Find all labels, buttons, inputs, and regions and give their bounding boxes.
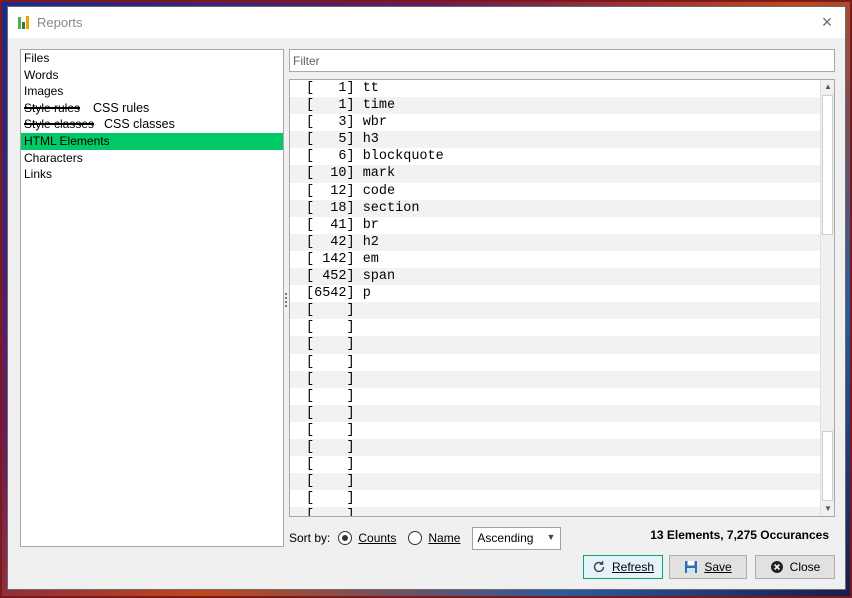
radio-selected-icon [338, 531, 353, 545]
sort-counts-radio[interactable]: Counts [338, 531, 396, 545]
window-close-icon[interactable]: × [817, 12, 837, 32]
sort-order-value: Ascending [477, 531, 534, 545]
list-item[interactable]: [ 452] span [290, 268, 821, 286]
close-button[interactable]: Close [755, 555, 835, 579]
list-item[interactable]: [ ] [290, 354, 821, 371]
list-item[interactable]: [ 3] wbr [290, 114, 821, 131]
sort-order-select[interactable]: Ascending ▼ [472, 526, 562, 550]
list-item[interactable]: [ ] [290, 422, 821, 439]
results-rows: [ 1] tt[ 1] time[ 3] wbr[ 5] h3[ 6] bloc… [290, 80, 821, 516]
list-item-style-rules[interactable]: Style rules CSS rules [21, 100, 283, 117]
refresh-icon [592, 560, 606, 574]
list-item-style-classes[interactable]: Style classes CSS classes [21, 116, 283, 133]
chart-icon [18, 16, 32, 29]
sort-option-label: Name [428, 531, 461, 545]
list-item-label: Words [24, 67, 59, 82]
list-item-html-elements[interactable]: HTML Elements [21, 132, 283, 150]
list-item[interactable]: [ 1] time [290, 97, 821, 115]
list-item[interactable]: [ ] [290, 319, 821, 336]
splitter-handle[interactable] [284, 291, 288, 315]
list-item[interactable]: [6542] p [290, 285, 821, 302]
list-item[interactable]: [ ] [290, 507, 821, 516]
close-circle-icon [770, 560, 784, 574]
list-item[interactable]: [ 18] section [290, 199, 821, 217]
list-item[interactable]: [ 10] mark [290, 165, 821, 183]
list-item-words[interactable]: Words [21, 67, 283, 84]
report-type-list[interactable]: Files Words Images Style rules CSS rules… [20, 49, 284, 547]
list-item[interactable]: [ 142] em [290, 251, 821, 268]
window-title: Reports [37, 15, 83, 30]
reports-dialog: Reports × Files Words Images Style rules… [7, 6, 846, 590]
list-item-label: Style rules [24, 100, 81, 115]
chevron-down-icon: ▼ [546, 531, 556, 542]
annotation-css-rules: CSS rules [93, 100, 150, 115]
list-item[interactable]: [ ] [290, 388, 821, 405]
sort-name-radio[interactable]: Name [408, 531, 460, 545]
filter-input[interactable] [289, 49, 835, 72]
radio-unselected-icon [408, 531, 423, 545]
list-item-label: Files [24, 51, 50, 65]
vertical-scrollbar[interactable]: ▲ ▼ [820, 80, 834, 516]
list-item[interactable]: [ 1] tt [290, 80, 821, 97]
save-label: Save [704, 560, 732, 574]
scroll-up-icon[interactable]: ▲ [821, 80, 834, 94]
refresh-label: Refresh [611, 560, 655, 574]
summary-text: 13 Elements, 7,275 Occurances [650, 528, 829, 542]
save-button[interactable]: Save [669, 555, 747, 579]
list-item[interactable]: [ 42] h2 [290, 233, 821, 251]
list-item-images[interactable]: Images [21, 83, 283, 100]
list-item-label: Characters [24, 150, 83, 165]
list-item[interactable]: [ 6] blockquote [290, 148, 821, 165]
sort-option-label: Counts [358, 531, 397, 545]
list-item[interactable]: [ ] [290, 404, 821, 422]
list-item[interactable]: [ ] [290, 490, 821, 507]
save-icon [684, 560, 698, 574]
scrollbar-thumb[interactable] [822, 95, 833, 235]
list-item-label: Links [24, 167, 53, 182]
list-item[interactable]: [ 12] code [290, 183, 821, 200]
refresh-button[interactable]: Refresh [583, 555, 663, 579]
title-bar[interactable]: Reports × [8, 7, 845, 38]
scrollbar-track-segment[interactable] [822, 431, 833, 501]
scroll-down-icon[interactable]: ▼ [821, 502, 834, 516]
list-item-characters[interactable]: Characters [21, 150, 283, 167]
list-item-label: HTML Elements [24, 133, 110, 148]
list-item-label: Style classes [24, 117, 95, 132]
sort-by-label: Sort by: [289, 531, 331, 545]
list-item-links[interactable]: Links [21, 166, 283, 183]
list-item[interactable]: [ ] [290, 438, 821, 457]
list-item[interactable]: [ ] [290, 456, 821, 473]
list-item[interactable]: [ 5] h3 [290, 131, 821, 149]
list-item[interactable]: [ 41] br [290, 217, 821, 234]
results-list[interactable]: [ 1] tt[ 1] time[ 3] wbr[ 5] h3[ 6] bloc… [289, 79, 835, 517]
list-item[interactable]: [ ] [290, 336, 821, 354]
annotation-css-classes: CSS classes [104, 117, 175, 132]
sort-controls: Sort by: Counts Name Ascending ▼ [289, 526, 562, 550]
list-item-files[interactable]: Files [21, 50, 283, 67]
close-label: Close [789, 560, 821, 574]
list-item[interactable]: [ ] [290, 370, 821, 388]
list-item[interactable]: [ ] [290, 302, 821, 320]
list-item[interactable]: [ ] [290, 473, 821, 491]
list-item-label: Images [24, 84, 64, 99]
